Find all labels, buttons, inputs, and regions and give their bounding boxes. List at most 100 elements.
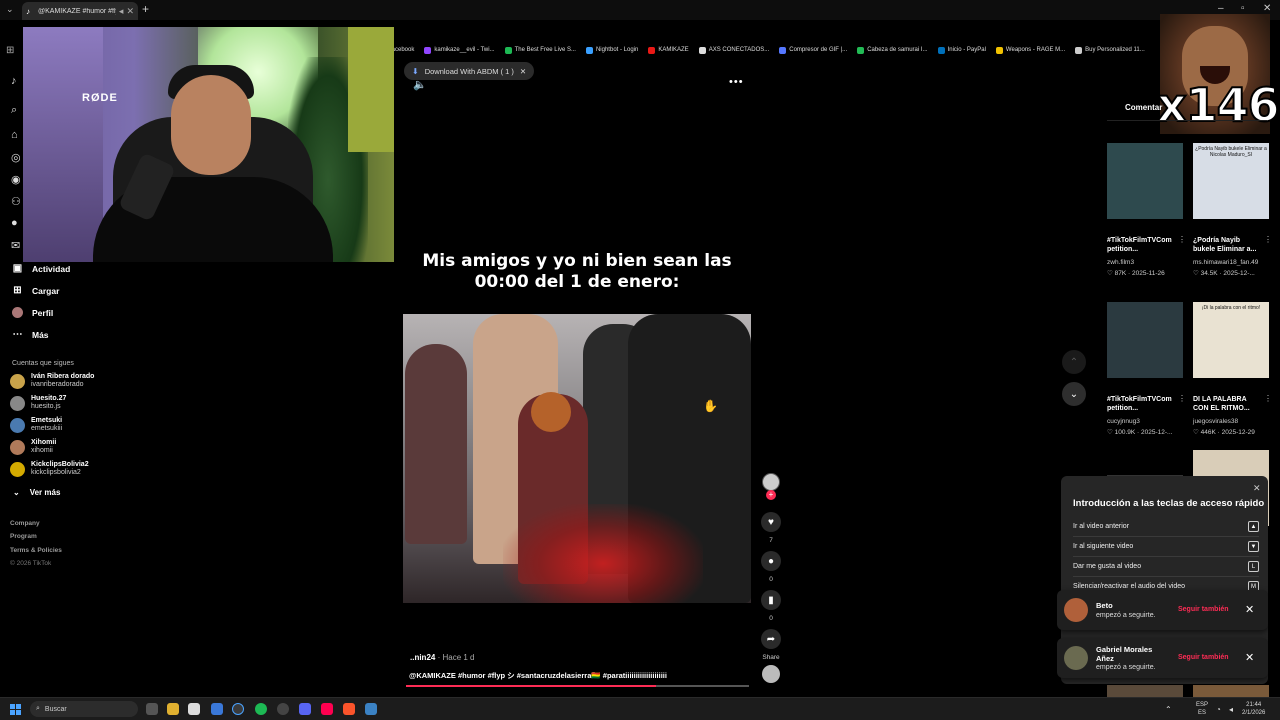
chrome-icon[interactable]: [232, 703, 244, 715]
recommended-video-thumbnail[interactable]: [1107, 685, 1183, 697]
next-video-button[interactable]: ⌄: [1062, 382, 1086, 406]
save-button[interactable]: ▮: [761, 590, 781, 610]
creator-name[interactable]: ..nin24: [410, 653, 435, 662]
footer-program-link[interactable]: Program: [10, 533, 37, 540]
language-indicator[interactable]: ESP ES: [1196, 701, 1208, 717]
recommended-video-title[interactable]: #TikTokFilmTVCom petition...: [1107, 236, 1177, 254]
windows-start-icon[interactable]: [10, 704, 21, 715]
bookmark-item[interactable]: AXS CONECTADOS...: [698, 44, 769, 56]
home-icon[interactable]: ⌂: [11, 129, 18, 141]
clock[interactable]: 21:44 2/1/2026: [1242, 701, 1265, 717]
close-icon[interactable]: ✕: [1253, 483, 1261, 494]
share-button[interactable]: ➦: [761, 629, 781, 649]
spotify-icon[interactable]: [255, 703, 267, 715]
bookmark-item[interactable]: Compresor de GIF |...: [779, 44, 847, 56]
tiktok-icon[interactable]: [321, 703, 333, 715]
following-account[interactable]: KickclipsBolivia2 kickclipsbolivia2: [10, 461, 89, 477]
friends-icon[interactable]: ⚇: [11, 195, 21, 208]
maximize-window-icon[interactable]: ▫: [1241, 3, 1245, 14]
following-icon[interactable]: ◉: [11, 173, 21, 186]
close-icon[interactable]: ✕: [1245, 603, 1254, 616]
footer-terms-link[interactable]: Terms & Policies: [10, 547, 62, 554]
recommended-video-title[interactable]: ¿Podría Nayib bukele Eliminar a...: [1193, 236, 1263, 254]
bookmark-item[interactable]: Weapons - RAGE M...: [995, 44, 1065, 56]
more-options-icon[interactable]: ⋮: [1264, 394, 1272, 403]
close-tab-icon[interactable]: ✕: [126, 6, 134, 17]
close-window-icon[interactable]: ✕: [1263, 3, 1271, 14]
following-account[interactable]: Huesito.27 huesito.js: [10, 395, 66, 411]
chevron-up-icon[interactable]: ⌃: [1165, 705, 1172, 714]
tiktok-logo-icon[interactable]: ♪: [11, 75, 17, 87]
obs-icon[interactable]: [277, 703, 289, 715]
recommended-video-thumbnail[interactable]: [1107, 143, 1183, 219]
sound-avatar[interactable]: [762, 665, 780, 683]
more-options-icon[interactable]: ⋮: [1178, 235, 1186, 244]
video-creator-row[interactable]: ..nin24 · Hace 1 d: [410, 653, 475, 662]
store-icon[interactable]: [188, 703, 200, 715]
sidebar-item-perfil[interactable]: Perfil: [12, 307, 53, 318]
recommended-video-user[interactable]: zwh.film3: [1107, 259, 1134, 266]
app-icon[interactable]: [365, 703, 377, 715]
recommended-video-user[interactable]: cucyjnnug3: [1107, 418, 1140, 425]
recommended-video-user[interactable]: ms.himawari18_fan.49: [1193, 259, 1258, 266]
recommended-video-user[interactable]: juegosvirales38: [1193, 418, 1238, 425]
volume-icon[interactable]: 🔈: [413, 78, 427, 91]
brave-icon[interactable]: [343, 703, 355, 715]
following-account[interactable]: Xihomii xihomii: [10, 439, 56, 455]
sidebar-item-actividad[interactable]: ▣ Actividad: [12, 263, 71, 274]
task-view-icon[interactable]: [146, 703, 158, 715]
more-options-icon[interactable]: •••: [729, 76, 744, 88]
creator-avatar[interactable]: [762, 473, 780, 491]
recommended-video-thumbnail[interactable]: [1107, 302, 1183, 378]
footer-company-link[interactable]: Company: [10, 520, 40, 527]
following-account[interactable]: Iván Ribera dorado ivanriberadorado: [10, 373, 94, 389]
browser-tab[interactable]: ♪ @KAMIKAZE #humor #flyp ◂ ✕: [22, 2, 138, 20]
minimize-window-icon[interactable]: –: [1218, 3, 1224, 14]
bookmark-item[interactable]: The Best Free Live S...: [504, 44, 576, 56]
mute-tab-icon[interactable]: ◂: [119, 6, 124, 17]
bookmark-item[interactable]: Cabeza de samurai I...: [857, 44, 928, 56]
previous-video-button[interactable]: ⌃: [1062, 350, 1086, 374]
app-icon[interactable]: [211, 703, 223, 715]
sidebar-item-cargar[interactable]: ⊞ Cargar: [12, 285, 59, 296]
new-tab-button[interactable]: +: [142, 2, 149, 16]
bookmark-item[interactable]: Nightbot - Login: [585, 44, 638, 56]
follow-notification[interactable]: Gabriel Morales Añez empezó a seguirte. Se…: [1057, 638, 1268, 678]
comment-button[interactable]: ●: [761, 551, 781, 571]
file-explorer-icon[interactable]: [167, 703, 179, 715]
follow-notification[interactable]: Beto empezó a seguirte. Seguir también ✕: [1057, 590, 1268, 630]
bookmark-item[interactable]: Buy Personalized 11...: [1075, 44, 1145, 56]
recommended-video-title[interactable]: DI LA PALABRA CON EL RITMO...: [1193, 395, 1263, 413]
following-account[interactable]: Emetsuki emetsukiii: [10, 417, 62, 433]
volume-icon[interactable]: ◂: [1229, 705, 1233, 714]
recommended-video-thumbnail[interactable]: [1193, 685, 1269, 697]
live-icon[interactable]: ●: [11, 217, 18, 229]
explore-icon[interactable]: ◎: [11, 151, 21, 164]
recommended-video-title[interactable]: #TikTokFilmTVCom petition...: [1107, 395, 1177, 413]
taskbar-search[interactable]: ⌕ Buscar: [30, 701, 138, 717]
recommended-video-thumbnail[interactable]: ¿Podría Nayib bukele Eliminar a Nicolas …: [1193, 143, 1269, 219]
tab-menu-icon[interactable]: ⌄: [6, 4, 14, 15]
tab-comentarios[interactable]: Comentar: [1125, 103, 1162, 112]
apps-grid-icon[interactable]: ⊞: [6, 45, 14, 56]
discord-icon[interactable]: [299, 703, 311, 715]
follow-plus-button[interactable]: +: [766, 490, 776, 500]
bookmark-item[interactable]: kamikaze__evil - Twi...: [424, 44, 495, 56]
follow-back-button[interactable]: Seguir también: [1178, 654, 1229, 661]
search-icon[interactable]: ⌕: [11, 104, 17, 117]
video-progress-bar[interactable]: [406, 685, 749, 687]
messages-icon[interactable]: ✉: [11, 239, 20, 252]
ver-mas-button[interactable]: ⌄ Ver más: [13, 488, 60, 497]
wifi-icon[interactable]: ◔: [1216, 705, 1221, 714]
like-button[interactable]: ♥: [761, 512, 781, 532]
close-icon[interactable]: ✕: [1245, 651, 1254, 664]
follow-back-button[interactable]: Seguir también: [1178, 606, 1229, 613]
close-icon[interactable]: ✕: [520, 67, 526, 76]
bookmark-item[interactable]: Inicio - PayPal: [937, 44, 986, 56]
sidebar-item-mas[interactable]: ⋯ Más: [12, 329, 49, 340]
more-options-icon[interactable]: ⋮: [1264, 235, 1272, 244]
video-clip[interactable]: [403, 314, 751, 603]
bookmark-item[interactable]: KAMIKAZE: [648, 44, 689, 56]
more-options-icon[interactable]: ⋮: [1178, 394, 1186, 403]
recommended-video-thumbnail[interactable]: ¡Di la palabra con el ritmo!: [1193, 302, 1269, 378]
